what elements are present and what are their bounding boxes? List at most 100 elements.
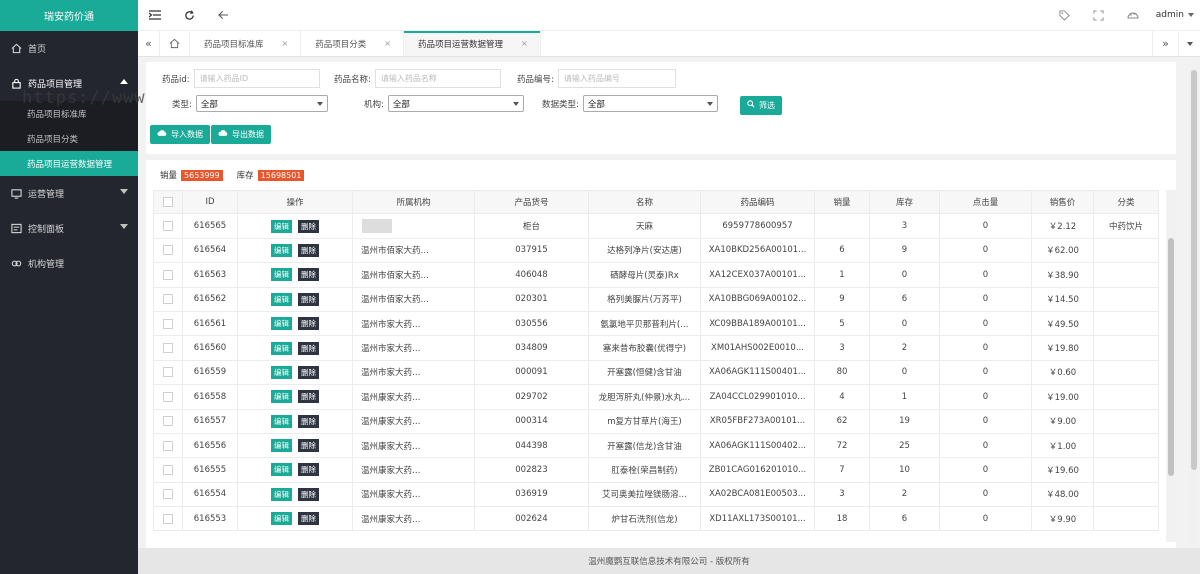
- tabs-scroll-right-button[interactable]: »: [1152, 31, 1178, 56]
- row-checkbox-cell[interactable]: [153, 385, 183, 409]
- edit-button[interactable]: 编辑: [271, 219, 292, 233]
- row-checkbox[interactable]: [163, 294, 173, 305]
- tab-standard-library[interactable]: 药品项目标准库 ×: [190, 31, 302, 56]
- edit-button[interactable]: 编辑: [271, 463, 292, 477]
- edit-button[interactable]: 编辑: [271, 341, 292, 355]
- row-checkbox[interactable]: [163, 221, 173, 232]
- cell-category: [1094, 385, 1159, 409]
- edit-button[interactable]: 编辑: [271, 292, 292, 306]
- delete-button[interactable]: 删除: [298, 512, 319, 526]
- tab-category[interactable]: 药品项目分类 ×: [301, 31, 404, 56]
- close-icon[interactable]: ×: [282, 39, 289, 48]
- tab-operation-data[interactable]: 药品项目运营数据管理 ×: [403, 31, 541, 56]
- theme-button[interactable]: [1116, 0, 1150, 31]
- edit-button[interactable]: 编辑: [271, 512, 292, 526]
- delete-button[interactable]: 删除: [298, 317, 319, 331]
- page-scrollbar[interactable]: [1190, 62, 1198, 546]
- type-select[interactable]: 全部: [195, 95, 328, 112]
- row-checkbox-cell[interactable]: [153, 238, 183, 263]
- delete-button[interactable]: 删除: [298, 414, 319, 428]
- delete-button[interactable]: 删除: [298, 463, 319, 477]
- row-checkbox-cell[interactable]: [153, 458, 183, 482]
- export-button-label: 导出数据: [232, 130, 264, 139]
- close-icon[interactable]: ×: [384, 39, 391, 48]
- table-scrollbar[interactable]: [1166, 190, 1176, 542]
- edit-button[interactable]: 编辑: [271, 365, 292, 379]
- tabs-scroll-left-button[interactable]: «: [138, 31, 160, 56]
- drug-code-input[interactable]: 请输入药品编号: [557, 69, 676, 88]
- export-button[interactable]: 导出数据: [211, 125, 271, 144]
- delete-button[interactable]: 删除: [298, 219, 319, 233]
- edit-button[interactable]: 编辑: [271, 439, 292, 453]
- delete-button[interactable]: 删除: [298, 439, 319, 453]
- chevron-down-icon: [706, 102, 713, 106]
- row-checkbox-cell[interactable]: [153, 409, 183, 433]
- import-button[interactable]: 导入数据: [150, 125, 210, 144]
- cell-org: 温州市佰家大药…: [353, 238, 475, 263]
- drug-id-input[interactable]: 请输入药品ID: [193, 69, 320, 88]
- sidebar-item-drug-project[interactable]: 药品项目管理: [0, 66, 138, 101]
- sidebar-subitem-operation-data[interactable]: 药品项目运营数据管理: [0, 151, 138, 176]
- search-button[interactable]: 筛选: [740, 96, 782, 115]
- delete-button[interactable]: 删除: [298, 365, 319, 379]
- delete-button[interactable]: 删除: [298, 268, 319, 282]
- tag-button[interactable]: [1048, 0, 1082, 31]
- fullscreen-button[interactable]: [1082, 0, 1116, 31]
- cell-clicks: 0: [940, 214, 1032, 238]
- user-menu[interactable]: admin: [1150, 10, 1200, 20]
- page-scrollbar-thumb[interactable]: [1191, 70, 1197, 470]
- row-checkbox[interactable]: [163, 416, 173, 427]
- row-checkbox[interactable]: [163, 269, 173, 280]
- table-scrollbar-thumb[interactable]: [1168, 238, 1174, 476]
- row-checkbox-cell[interactable]: [153, 482, 183, 507]
- row-checkbox-cell[interactable]: [153, 507, 183, 531]
- edit-button[interactable]: 编辑: [271, 414, 292, 428]
- sidebar-subitem-standard-library[interactable]: 药品项目标准库: [0, 101, 138, 126]
- org-select[interactable]: 全部: [387, 95, 524, 112]
- edit-button[interactable]: 编辑: [271, 268, 292, 282]
- select-all-checkbox[interactable]: [163, 197, 173, 208]
- row-checkbox[interactable]: [163, 464, 173, 475]
- cell-sku: 044398: [475, 433, 589, 458]
- row-checkbox-cell[interactable]: [153, 360, 183, 385]
- tab-home[interactable]: [160, 31, 190, 56]
- edit-button[interactable]: 编辑: [271, 390, 292, 404]
- row-checkbox-cell[interactable]: [153, 214, 183, 238]
- edit-button[interactable]: 编辑: [271, 317, 292, 331]
- row-checkbox-cell[interactable]: [153, 336, 183, 360]
- delete-button[interactable]: 删除: [298, 341, 319, 355]
- select-all-checkbox-cell[interactable]: [153, 191, 183, 214]
- row-checkbox-cell[interactable]: [153, 311, 183, 336]
- row-checkbox[interactable]: [163, 440, 173, 451]
- tabs-menu-button[interactable]: [1178, 31, 1200, 56]
- delete-button[interactable]: 删除: [298, 487, 319, 501]
- row-checkbox[interactable]: [163, 343, 173, 354]
- row-checkbox-cell[interactable]: [153, 433, 183, 458]
- row-checkbox[interactable]: [163, 245, 173, 256]
- cell-sales: 3: [815, 482, 870, 507]
- edit-button[interactable]: 编辑: [271, 243, 292, 257]
- close-icon[interactable]: ×: [521, 39, 528, 48]
- delete-button[interactable]: 删除: [298, 292, 319, 306]
- sidebar-item-control-panel[interactable]: 控制面板: [0, 211, 138, 246]
- menu-toggle-button[interactable]: [138, 0, 172, 31]
- refresh-button[interactable]: [172, 0, 206, 31]
- row-checkbox[interactable]: [163, 391, 173, 402]
- sidebar-subitem-category[interactable]: 药品项目分类: [0, 126, 138, 151]
- row-checkbox-cell[interactable]: [153, 287, 183, 311]
- sidebar-item-operations[interactable]: 运营管理: [0, 176, 138, 211]
- edit-button[interactable]: 编辑: [271, 487, 292, 501]
- back-button[interactable]: [206, 0, 240, 31]
- drug-name-input[interactable]: 请输入药品名称: [374, 69, 501, 88]
- row-checkbox[interactable]: [163, 367, 173, 378]
- row-checkbox[interactable]: [163, 489, 173, 500]
- data-type-select[interactable]: 全部: [582, 95, 718, 112]
- row-checkbox[interactable]: [163, 513, 173, 524]
- row-checkbox[interactable]: [163, 318, 173, 329]
- delete-button[interactable]: 删除: [298, 243, 319, 257]
- delete-button[interactable]: 删除: [298, 390, 319, 404]
- sidebar-item-home[interactable]: 首页: [0, 31, 138, 66]
- sidebar-item-org-management[interactable]: 机构管理: [0, 246, 138, 281]
- cell-code: ZB01CAG016201010...: [701, 458, 815, 482]
- row-checkbox-cell[interactable]: [153, 263, 183, 287]
